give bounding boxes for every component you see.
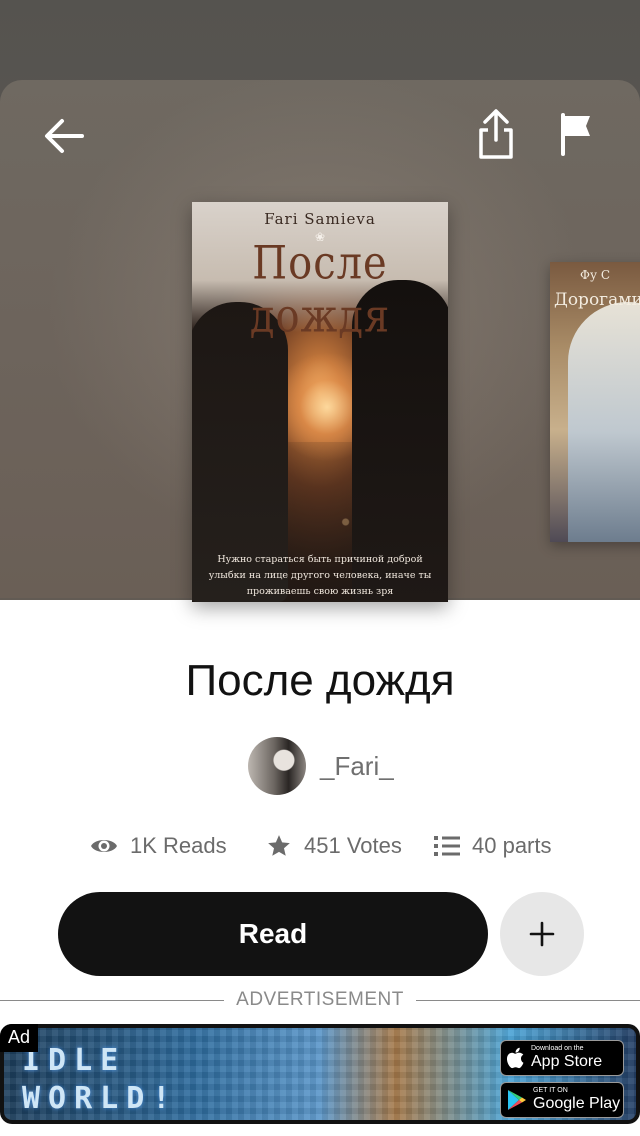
cover-quote: Нужно стараться быть причиной доброй улы… <box>208 554 432 597</box>
ad-artwork: IDLE WORLD! Download on the App Store GE… <box>4 1028 636 1120</box>
avatar <box>248 737 306 795</box>
ad-banner[interactable]: Ad IDLE WORLD! Download on the App Store <box>0 1024 640 1124</box>
votes-stat: 451 Votes <box>266 826 402 866</box>
eye-icon <box>91 840 117 852</box>
next-cover-author: Фу С <box>580 268 611 282</box>
votes-count: 451 Votes <box>304 833 402 858</box>
report-button[interactable] <box>548 106 604 162</box>
divider-line-right <box>416 1000 640 1001</box>
add-to-library-button[interactable] <box>500 892 584 976</box>
ad-game-title-line2: WORLD! <box>22 1081 179 1116</box>
reads-count: 1K Reads <box>130 833 227 858</box>
arrow-left-icon <box>45 119 84 153</box>
divider-line-left <box>0 1000 224 1001</box>
ad-game-title: IDLE WORLD! <box>22 1042 178 1118</box>
list-icon <box>434 836 460 856</box>
parts-count: 40 parts <box>472 833 552 858</box>
next-story-cover[interactable]: Фу С Дорогами <box>550 262 640 542</box>
share-icon <box>479 109 513 159</box>
google-play-small-text: GET IT ON <box>533 1087 568 1094</box>
next-cover-title: Дорогами <box>554 290 640 310</box>
share-button[interactable] <box>468 106 524 162</box>
author-link[interactable]: _Fari_ <box>248 736 394 796</box>
author-name: _Fari_ <box>320 750 394 781</box>
google-play-icon <box>508 1090 526 1110</box>
story-details-screen: Фу С Дорогами Fari Samieva ❀ После дождя… <box>0 0 640 1136</box>
advertisement-label: ADVERTISEMENT <box>236 989 404 1010</box>
plus-icon <box>529 921 555 947</box>
apple-icon <box>507 1047 524 1069</box>
reads-stat: 1K Reads <box>90 826 227 866</box>
back-button[interactable] <box>36 108 92 164</box>
app-store-badge[interactable]: Download on the App Store <box>500 1040 624 1076</box>
google-play-big-text: Google Play <box>533 1095 621 1112</box>
app-store-big-text: App Store <box>531 1053 603 1070</box>
advertisement-divider: ADVERTISEMENT <box>0 986 640 1016</box>
ad-game-title-line1: IDLE <box>22 1043 127 1078</box>
read-button[interactable]: Read <box>58 892 488 976</box>
story-title: После дождя <box>185 656 455 705</box>
app-store-small-text: Download on the <box>531 1045 584 1052</box>
parts-stat: 40 parts <box>434 826 552 866</box>
flag-icon <box>561 113 590 156</box>
cover-artwork <box>568 302 640 542</box>
cover-title: После дождя <box>249 237 391 343</box>
story-stats: 1K Reads 451 Votes 40 parts <box>0 826 640 866</box>
google-play-badge[interactable]: GET IT ON Google Play <box>500 1082 624 1118</box>
ad-badge: Ad <box>0 1024 39 1052</box>
story-cover[interactable]: Fari Samieva ❀ После дождя Нужно старать… <box>192 202 448 602</box>
star-icon <box>268 835 290 856</box>
cover-author: Fari Samieva <box>264 210 376 228</box>
